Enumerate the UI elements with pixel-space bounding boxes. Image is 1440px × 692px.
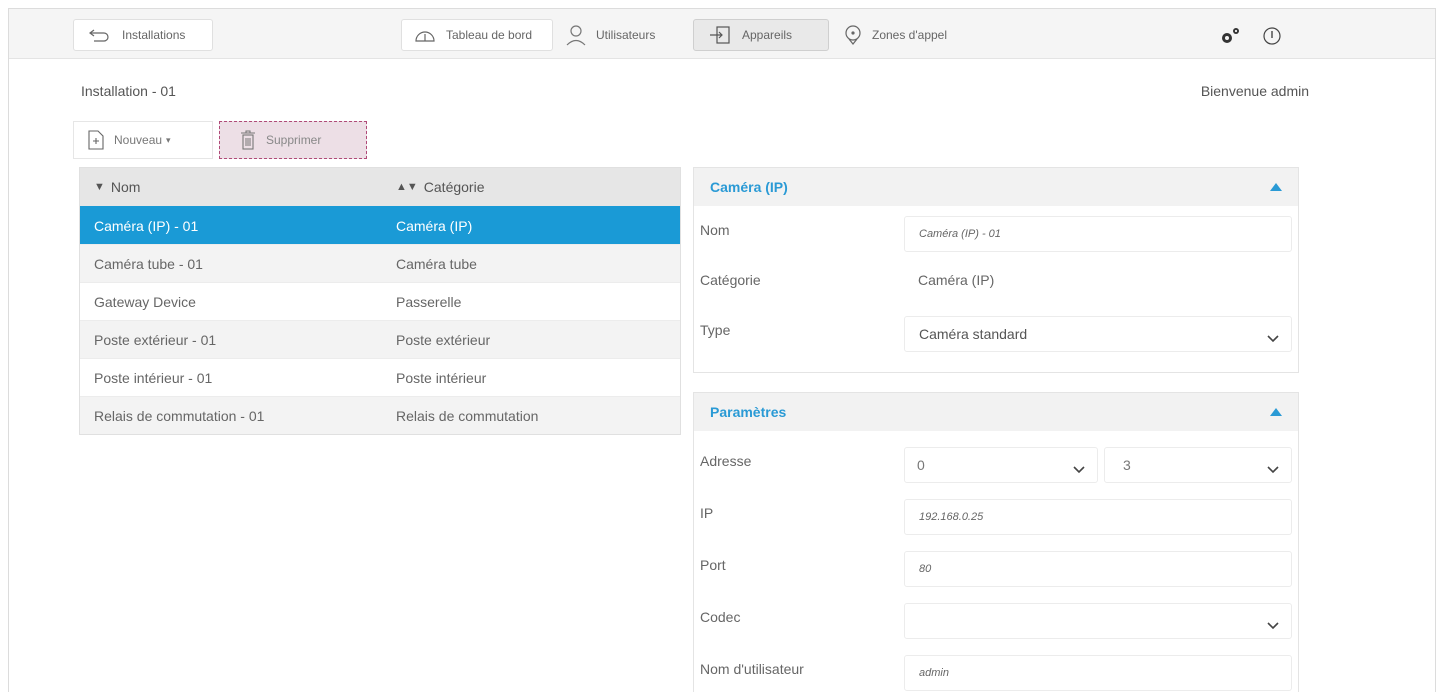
location-icon xyxy=(844,24,862,46)
tab-label: Zones d'appel xyxy=(872,28,948,42)
adresse-label: Adresse xyxy=(700,453,752,469)
cell-category: Poste extérieur xyxy=(396,331,491,348)
delete-button-label: Supprimer xyxy=(266,133,322,147)
cell-category: Caméra tube xyxy=(396,255,477,272)
field-row-port: Port 80 xyxy=(694,541,1298,591)
field-row-codec: Codec xyxy=(694,593,1298,643)
ip-input[interactable]: 192.168.0.25 xyxy=(904,499,1292,535)
cell-name: Gateway Device xyxy=(94,293,196,310)
tab-zones-d-appel[interactable]: Zones d'appel xyxy=(835,19,981,51)
tab-tableau-de-bord[interactable]: Tableau de bord xyxy=(401,19,553,51)
device-table: ▼ Nom ▲▼ Catégorie Caméra (IP) - 01 Camé… xyxy=(79,167,681,435)
tab-utilisateurs[interactable]: Utilisateurs xyxy=(555,19,689,51)
info-icon[interactable] xyxy=(1259,23,1285,49)
adresse-select-2[interactable]: 3 xyxy=(1104,447,1292,483)
table-row[interactable]: Poste extérieur - 01 Poste extérieur xyxy=(80,320,680,358)
cell-name: Caméra tube - 01 xyxy=(94,255,203,272)
tab-label: Appareils xyxy=(742,28,793,42)
tab-appareils[interactable]: Appareils xyxy=(693,19,829,51)
field-row-nom: Nom Caméra (IP) - 01 xyxy=(694,206,1298,256)
categorie-label: Catégorie xyxy=(700,272,761,288)
adresse-select-1[interactable]: 0 xyxy=(904,447,1098,483)
sort-both-icon: ▲▼ xyxy=(396,181,418,193)
categorie-value: Caméra (IP) xyxy=(918,272,995,288)
table-row[interactable]: Relais de commutation - 01 Relais de com… xyxy=(80,396,680,434)
username-label: Nom d'utilisateur xyxy=(700,661,804,677)
type-select-value: Caméra standard xyxy=(919,326,1028,342)
chevron-down-icon xyxy=(1267,330,1279,346)
ip-label: IP xyxy=(700,505,714,521)
collapse-icon[interactable] xyxy=(1270,183,1282,191)
device-details-panel: Caméra (IP) Nom Caméra (IP) - 01 Catégor… xyxy=(693,167,1299,373)
back-button-label: Installations xyxy=(122,28,186,42)
field-row-adresse: Adresse 0 3 xyxy=(694,437,1298,487)
port-input[interactable]: 80 xyxy=(904,551,1292,587)
sort-desc-icon: ▼ xyxy=(94,181,105,193)
field-row-username: Nom d'utilisateur admin xyxy=(694,645,1298,692)
cell-name: Poste intérieur - 01 xyxy=(94,369,213,386)
column-label: Nom xyxy=(110,179,141,195)
table-row[interactable]: Caméra tube - 01 Caméra tube xyxy=(80,244,680,282)
trash-icon xyxy=(240,130,256,150)
back-to-installations-button[interactable]: Installations xyxy=(73,19,213,51)
back-arrow-icon xyxy=(88,28,112,42)
cell-category: Passerelle xyxy=(396,293,462,310)
new-button[interactable]: Nouveau ▾ xyxy=(73,121,213,159)
codec-label: Codec xyxy=(700,609,741,625)
adresse-value-1: 0 xyxy=(917,457,925,473)
collapse-icon[interactable] xyxy=(1270,408,1282,416)
type-select[interactable]: Caméra standard xyxy=(904,316,1292,352)
codec-select[interactable] xyxy=(904,603,1292,639)
cell-category: Caméra (IP) xyxy=(396,217,473,234)
adresse-value-2: 3 xyxy=(1123,457,1131,473)
table-header: ▼ Nom ▲▼ Catégorie xyxy=(80,168,680,206)
cell-category: Poste intérieur xyxy=(396,369,487,386)
installation-title: Installation - 01 xyxy=(81,83,176,99)
params-panel-title: Paramètres xyxy=(710,404,787,420)
cell-category: Relais de commutation xyxy=(396,407,539,424)
cell-name: Relais de commutation - 01 xyxy=(94,407,265,424)
chevron-down-icon xyxy=(1073,461,1085,477)
app-window: Installations Tableau de bord Utilisateu… xyxy=(8,8,1436,692)
username-input[interactable]: admin xyxy=(904,655,1292,691)
nom-label: Nom xyxy=(700,222,730,238)
field-row-ip: IP 192.168.0.25 xyxy=(694,489,1298,539)
new-button-label: Nouveau xyxy=(114,133,163,147)
nom-input[interactable]: Caméra (IP) - 01 xyxy=(904,216,1292,252)
welcome-message: Bienvenue admin xyxy=(1200,83,1309,99)
field-row-categorie: Catégorie Caméra (IP) xyxy=(694,256,1298,306)
device-icon xyxy=(708,25,732,45)
port-label: Port xyxy=(700,557,726,573)
cell-name: Caméra (IP) - 01 xyxy=(94,217,199,234)
table-row[interactable]: Poste intérieur - 01 Poste intérieur xyxy=(80,358,680,396)
device-panel-header[interactable]: Caméra (IP) xyxy=(694,168,1298,206)
parameters-panel: Paramètres Adresse 0 3 IP 192.168.0.25 P… xyxy=(693,392,1299,692)
chevron-down-icon xyxy=(1267,461,1279,477)
new-file-icon xyxy=(88,130,104,150)
column-header-categorie[interactable]: ▲▼ Catégorie xyxy=(380,179,680,195)
dashboard-icon xyxy=(414,27,436,43)
dropdown-caret-icon: ▾ xyxy=(166,134,171,145)
gears-icon[interactable] xyxy=(1217,23,1243,49)
table-row[interactable]: Gateway Device Passerelle xyxy=(80,282,680,320)
device-panel-title: Caméra (IP) xyxy=(710,179,788,195)
tab-label: Utilisateurs xyxy=(596,28,656,42)
table-row[interactable]: Caméra (IP) - 01 Caméra (IP) xyxy=(80,206,680,244)
column-label: Catégorie xyxy=(423,179,485,195)
type-label: Type xyxy=(700,322,731,338)
tab-label: Tableau de bord xyxy=(446,28,533,42)
params-panel-header[interactable]: Paramètres xyxy=(694,393,1298,431)
delete-button[interactable]: Supprimer xyxy=(219,121,367,159)
field-row-type: Type Caméra standard xyxy=(694,306,1298,356)
user-icon xyxy=(566,24,586,46)
chevron-down-icon xyxy=(1267,617,1279,633)
cell-name: Poste extérieur - 01 xyxy=(94,331,217,348)
column-header-nom[interactable]: ▼ Nom xyxy=(80,179,380,195)
top-navigation-bar: Installations Tableau de bord Utilisateu… xyxy=(9,9,1435,59)
